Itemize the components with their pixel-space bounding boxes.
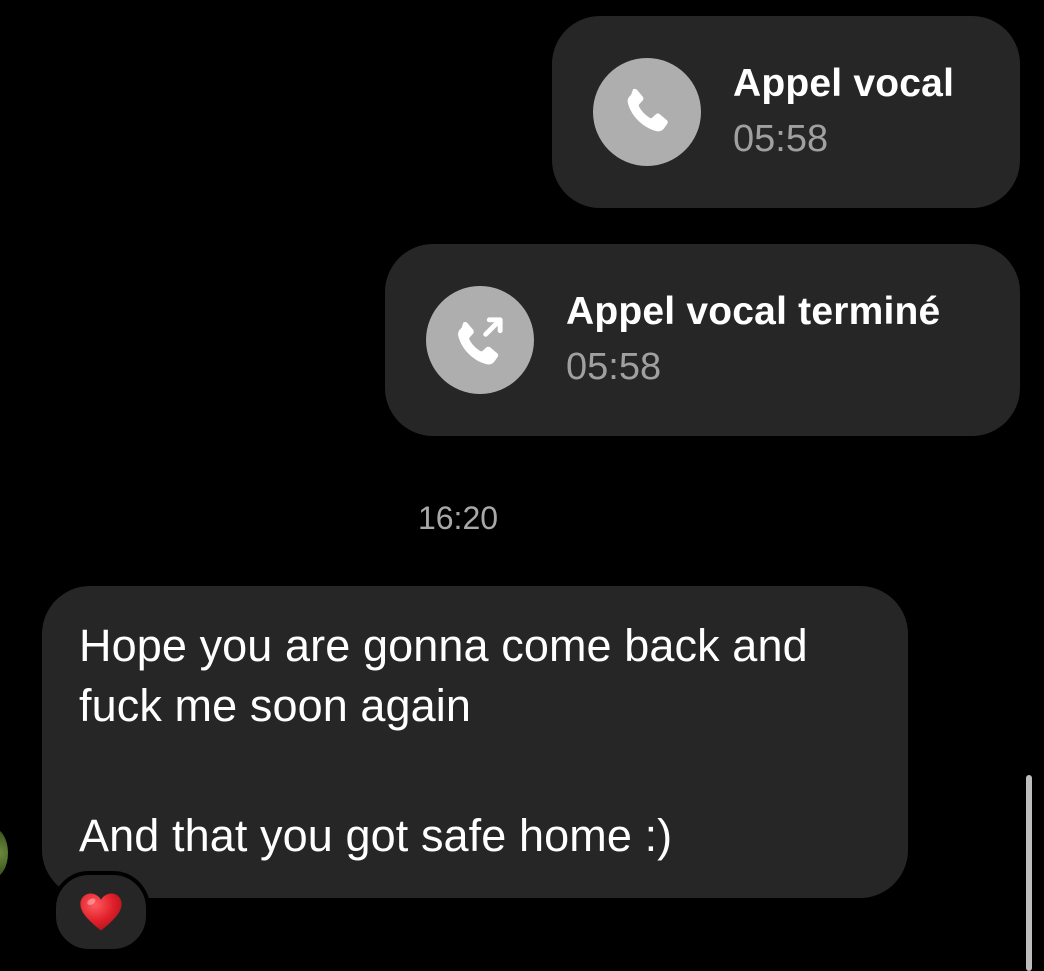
phone-icon (593, 58, 701, 166)
call-title: Appel vocal terminé (566, 290, 941, 333)
call-title: Appel vocal (733, 62, 955, 105)
message-timestamp: 16:20 (417, 500, 499, 536)
received-message-bubble[interactable]: Hope you are gonna come back and fuck me… (42, 586, 908, 898)
phone-outgoing-icon (426, 286, 534, 394)
call-duration: 05:58 (733, 118, 829, 160)
sender-avatar[interactable] (0, 828, 8, 878)
message-text-line: fuck me soon again (79, 680, 472, 731)
phone-outgoing-glyph (458, 317, 503, 365)
heart-icon (80, 893, 122, 931)
voice-call-ended-bubble[interactable]: Appel vocal terminé 05:58 (385, 244, 1020, 436)
message-text-line: Hope you are gonna come back and (79, 620, 808, 671)
scrollbar[interactable] (1026, 775, 1032, 971)
message-text-line: And that you got safe home :) (79, 810, 673, 861)
heart-reaction-badge[interactable] (52, 871, 150, 953)
call-duration: 05:58 (566, 346, 662, 388)
voice-call-bubble[interactable]: Appel vocal 05:58 (552, 16, 1020, 208)
phone-glyph (627, 88, 668, 132)
